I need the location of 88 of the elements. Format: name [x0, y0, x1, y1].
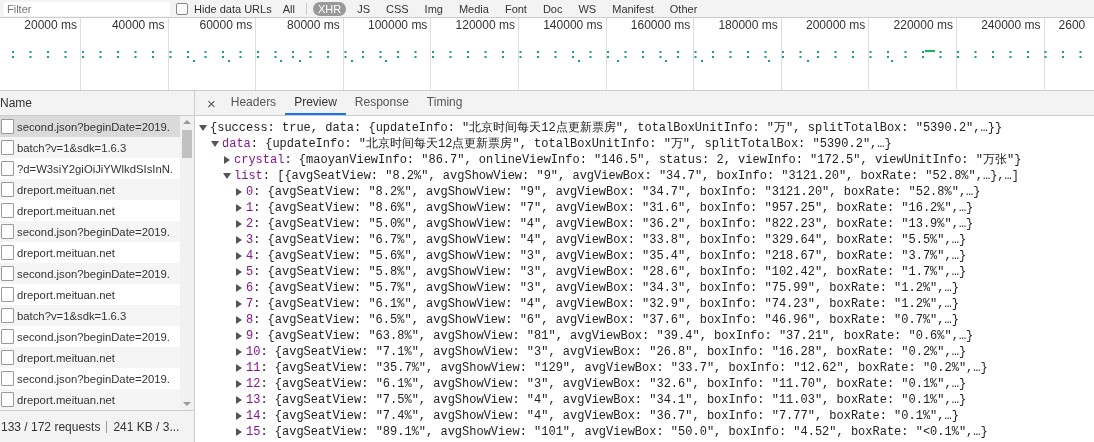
json-line: 11: {avgSeatView: "35.7%", avgShowView: "129", avgViewBox: "33.7", boxInfo: "12.62", boxRate: "0.2%",…} [246, 360, 988, 376]
json-line: 8: {avgSeatView: "6.5%", avgShowView: "6", avgViewBox: "37.6", boxInfo: "46.96", boxRate: "0.7%",…} [246, 312, 959, 328]
time-tick-label: 180000 ms [718, 18, 778, 34]
tab[interactable]: Response [345, 91, 418, 115]
expand-arrow-icon[interactable] [236, 220, 242, 228]
json-line: 5: {avgSeatView: "5.8%", avgShowView: "3", avgViewBox: "28.6", boxInfo: "102.42", boxRate: "1.7%",…} [246, 264, 967, 280]
json-line: 6: {avgSeatView: "5.7%", avgShowView: "3", avgViewBox: "34.3", boxInfo: "75.99", boxRate: "1.2%",…} [246, 280, 959, 296]
json-line: list: [{avgSeatView: "8.2%", avgShowView: "9", avgViewBox: "34.7", boxInfo: "3121.20", boxRate: "52.8%",…},…] [234, 168, 1019, 184]
time-tick-label: 40000 ms [111, 18, 165, 34]
collapse-arrow-icon[interactable] [211, 141, 219, 147]
document-icon [1, 119, 14, 134]
tab[interactable]: Timing [417, 91, 472, 115]
time-tick-label: 220000 ms [893, 18, 953, 34]
document-icon [1, 245, 14, 260]
time-tick-label: 20000 ms [24, 18, 77, 34]
time-tick-label: 2600 [1058, 18, 1086, 34]
json-line: 1: {avgSeatView: "8.6%", avgShowView: "7", avgViewBox: "31.6", boxInfo: "957.25", boxRate: "16.2%",…} [246, 200, 974, 216]
time-tick-label: 80000 ms [287, 18, 340, 34]
json-line: 13: {avgSeatView: "7.5%", avgShowView: "4", avgViewBox: "34.1", boxInfo: "11.03", boxRate: "0.1%",…} [246, 392, 967, 408]
request-name[interactable]: dreport.meituan.net [17, 204, 115, 217]
expand-arrow-icon[interactable] [236, 284, 242, 292]
time-tick-label: 240000 ms [981, 18, 1041, 34]
type-filter-button[interactable]: Img [419, 1, 448, 16]
request-name[interactable]: second.json?beginDate=2019. [17, 372, 170, 385]
type-filter-button[interactable]: WS [573, 1, 602, 16]
expand-arrow-icon[interactable] [236, 300, 242, 308]
request-name[interactable]: ?d=W3siY2giOiJiYWlkdSIsInN. [17, 162, 173, 175]
time-tick-label: 140000 ms [543, 18, 603, 34]
request-name[interactable]: second.json?beginDate=2019. [17, 330, 170, 343]
document-icon [1, 287, 14, 302]
request-name[interactable]: dreport.meituan.net [17, 288, 115, 301]
expand-arrow-icon[interactable] [236, 412, 242, 420]
column-header[interactable]: Name [0, 91, 194, 116]
document-icon [1, 161, 14, 176]
expand-arrow-icon[interactable] [236, 364, 242, 372]
checkbox[interactable] [176, 2, 188, 15]
expand-arrow-icon[interactable] [236, 428, 242, 436]
checkbox-label: Hide data URLs [194, 2, 272, 15]
expand-arrow-icon[interactable] [236, 316, 242, 324]
expand-arrow-icon[interactable] [236, 188, 242, 196]
time-tick-label: 160000 ms [630, 18, 691, 34]
json-line: 12: {avgSeatView: "6.1%", avgShowView: "3", avgViewBox: "32.6", boxInfo: "11.70", boxRate: "0.1%",…} [246, 376, 967, 392]
tab[interactable]: Headers [221, 91, 286, 115]
expand-arrow-icon[interactable] [236, 236, 242, 244]
expand-arrow-icon[interactable] [236, 396, 242, 404]
close-button[interactable]: × [201, 91, 222, 115]
document-icon [1, 371, 14, 386]
tab[interactable]: Preview [285, 91, 346, 115]
type-filter-button[interactable]: Doc [537, 1, 568, 16]
json-line: 15: {avgSeatView: "89.1%", avgShowView: "101", avgViewBox: "50.0", boxInfo: "4.52", boxRate: "<0.1%",…} [246, 424, 988, 440]
filter-field[interactable]: Filter [4, 1, 170, 16]
scrollbar[interactable] [180, 116, 194, 410]
time-tick-label: 100000 ms [368, 18, 428, 34]
type-filter-button[interactable]: All [277, 1, 300, 16]
collapse-arrow-icon[interactable] [199, 125, 207, 131]
type-filter-button[interactable]: JS [352, 1, 375, 16]
expand-arrow-icon[interactable] [236, 204, 242, 212]
expand-arrow-icon[interactable] [224, 156, 230, 164]
type-filter-button[interactable]: Font [499, 1, 532, 16]
type-filter-button[interactable]: Manifest [607, 1, 659, 16]
json-line: 3: {avgSeatView: "6.7%", avgShowView: "4", avgViewBox: "33.8", boxInfo: "329.64", boxRate: "5.5%",…} [246, 232, 967, 248]
json-line: {success: true, data: {updateInfo: "北京时间每天12点更新票房", totalBoxUnitInfo: "万", splitTotalBox: "5390.2",…}} [210, 120, 1003, 136]
expand-arrow-icon[interactable] [236, 380, 242, 388]
type-filter-button[interactable]: CSS [380, 1, 414, 16]
request-count: 133 / 172 requests [1, 419, 101, 434]
json-line: 9: {avgSeatView: "63.8%", avgShowView: "81", avgViewBox: "39.4", boxInfo: "37.21", boxRate: "0.6%",…} [246, 328, 974, 344]
expand-arrow-icon[interactable] [236, 252, 242, 260]
time-tick-label: 200000 ms [805, 18, 866, 34]
collapse-arrow-icon[interactable] [223, 173, 231, 179]
json-line: data: {updateInfo: "北京时间每天12点更新票房", totalBoxUnitInfo: "万", splitTotalBox: "5390.2",…} [222, 136, 892, 152]
document-icon [1, 329, 14, 344]
json-line: 10: {avgSeatView: "7.1%", avgShowView: "3", avgViewBox: "26.8", boxInfo: "16.28", boxRate: "0.2%",…} [246, 344, 967, 360]
json-line: 0: {avgSeatView: "8.2%", avgShowView: "9", avgViewBox: "34.7", boxInfo: "3121.20", boxRate: "52.8%",…} [246, 184, 981, 200]
json-line: 7: {avgSeatView: "6.1%", avgShowView: "4", avgViewBox: "32.9", boxInfo: "74.23", boxRate: "1.2%",…} [246, 296, 959, 312]
time-tick-label: 120000 ms [455, 18, 515, 34]
json-line: crystal: {maoyanViewInfo: "86.7", onlineViewInfo: "146.5", status: 2, viewInfo: "172.5", viewUnitInfo: "万张"} [234, 152, 1022, 168]
json-line: 14: {avgSeatView: "7.4%", avgShowView: "4", avgViewBox: "36.7", boxInfo: "7.77", boxRate: "0.1%",…} [246, 408, 959, 424]
request-name[interactable]: dreport.meituan.net [17, 246, 115, 259]
transfer-size: 241 KB / 3... [113, 419, 180, 434]
expand-arrow-icon[interactable] [236, 332, 242, 340]
time-tick-label: 60000 ms [199, 18, 253, 34]
expand-arrow-icon[interactable] [236, 268, 242, 276]
expand-arrow-icon[interactable] [236, 348, 242, 356]
type-filter-button[interactable]: Other [664, 1, 703, 16]
document-icon [1, 203, 14, 218]
type-filter-button[interactable]: Media [453, 1, 494, 16]
json-line: 2: {avgSeatView: "5.0%", avgShowView: "4", avgViewBox: "36.2", boxInfo: "822.23", boxRate: "13.9%",…} [246, 216, 974, 232]
json-line: 4: {avgSeatView: "5.6%", avgShowView: "3", avgViewBox: "35.4", boxInfo: "218.67", boxRate: "3.7%",…} [246, 248, 967, 264]
